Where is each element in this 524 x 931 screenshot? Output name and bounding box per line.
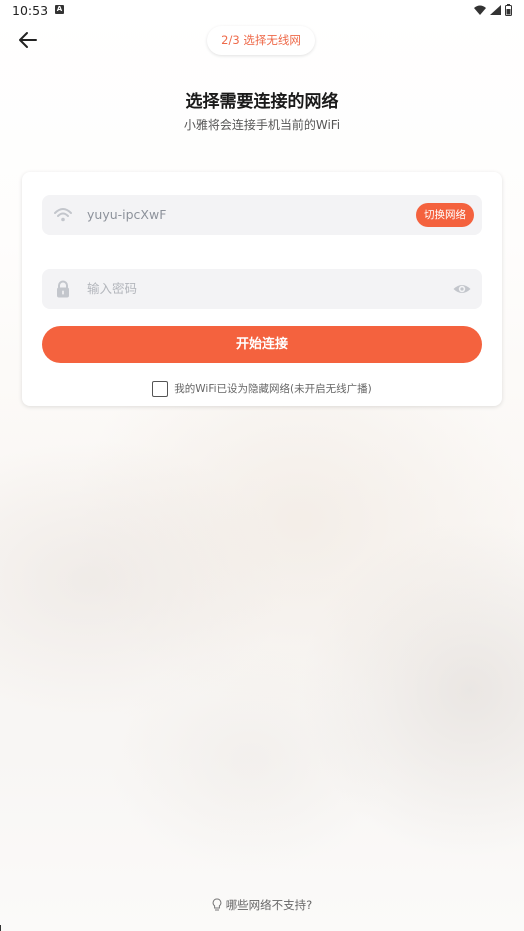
unsupported-networks-label: 哪些网络不支持? (225, 898, 313, 912)
hidden-network-option: 我的WiFi已设为隐藏网络(未开启无线广播) (22, 378, 502, 397)
page-title: 选择需要连接的网络 (185, 92, 339, 112)
step-indicator: 2/3 选择无线网 (207, 26, 315, 55)
lightbulb-icon (212, 898, 222, 911)
arrow-left-icon (19, 32, 37, 48)
status-icons (474, 4, 512, 16)
back-button[interactable] (16, 29, 40, 51)
status-bar: 10:53 A (0, 0, 524, 22)
password-input[interactable]: 输入密码 (87, 269, 137, 309)
wifi-ssid-value: yuyu-ipcXwF (87, 207, 167, 222)
hidden-network-label: 我的WiFi已设为隐藏网络(未开启无线广播) (174, 383, 372, 395)
status-time: 10:53 (12, 3, 49, 18)
a-box-icon: A (55, 5, 64, 14)
wifi-form-card: yuyu-ipcXwF 切换网络 输入密码 开始连接 我的WiFi已设为隐藏网络… (22, 172, 502, 406)
wifi-icon (54, 208, 72, 222)
wifi-ssid-field: yuyu-ipcXwF 切换网络 (42, 195, 482, 235)
hidden-network-checkbox[interactable] (152, 380, 169, 397)
wifi-signal-icon (474, 5, 486, 15)
page-background (0, 0, 524, 931)
unsupported-networks-link[interactable]: 哪些网络不支持? (0, 897, 524, 913)
page-subtitle: 小雅将会连接手机当前的WiFi (183, 118, 341, 132)
password-field[interactable]: 输入密码 (42, 269, 482, 309)
corner-mark (0, 925, 5, 931)
start-connect-button[interactable]: 开始连接 (42, 326, 482, 363)
switch-network-button[interactable]: 切换网络 (416, 203, 474, 227)
eye-icon[interactable] (452, 279, 472, 299)
cell-signal-icon (490, 5, 501, 15)
battery-icon (505, 4, 512, 16)
lock-icon (57, 280, 69, 298)
